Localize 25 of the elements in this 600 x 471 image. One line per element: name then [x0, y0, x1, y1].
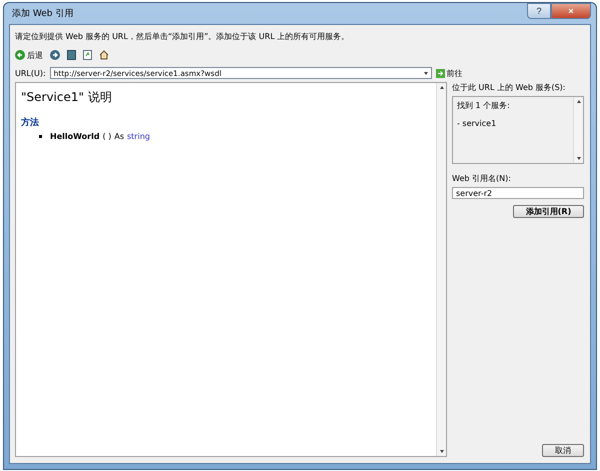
back-button[interactable]: 后退	[15, 50, 43, 60]
services-label: 位于此 URL 上的 Web 服务(S):	[452, 82, 566, 93]
return-type: string	[127, 132, 150, 141]
instruction-text: 请定位到提供 Web 服务的 URL，然后单击“添加引用”。添加位于该 URL 上的所有可用服务。	[15, 31, 350, 42]
service-line: 找到 1 个服务:	[457, 100, 511, 111]
home-icon[interactable]	[99, 50, 109, 60]
help-button[interactable]: ?	[527, 2, 551, 18]
scrollbar[interactable]	[436, 83, 446, 456]
window-title: 添加 Web 引用	[11, 8, 74, 20]
go-button[interactable]: 前往	[436, 68, 463, 78]
reference-name-field[interactable]: server-r2	[452, 187, 584, 199]
back-arrow-icon	[15, 50, 25, 60]
bullet-icon	[39, 135, 42, 138]
url-label: URL(U):	[15, 68, 46, 78]
as-keyword: As	[114, 132, 124, 141]
service-line: - service1	[457, 119, 498, 128]
reference-name-label: Web 引用名(N):	[452, 173, 512, 184]
add-reference-button[interactable]: 添加引用(R)	[513, 205, 584, 218]
section-heading: 方法	[21, 116, 40, 129]
method-link[interactable]: HelloWorld	[50, 132, 100, 141]
go-arrow-icon	[436, 68, 445, 78]
cancel-button[interactable]: 取消	[542, 444, 584, 457]
method-params: ( )	[102, 132, 112, 141]
service-heading: "Service1" 说明	[21, 89, 113, 106]
forward-icon[interactable]	[50, 50, 60, 60]
